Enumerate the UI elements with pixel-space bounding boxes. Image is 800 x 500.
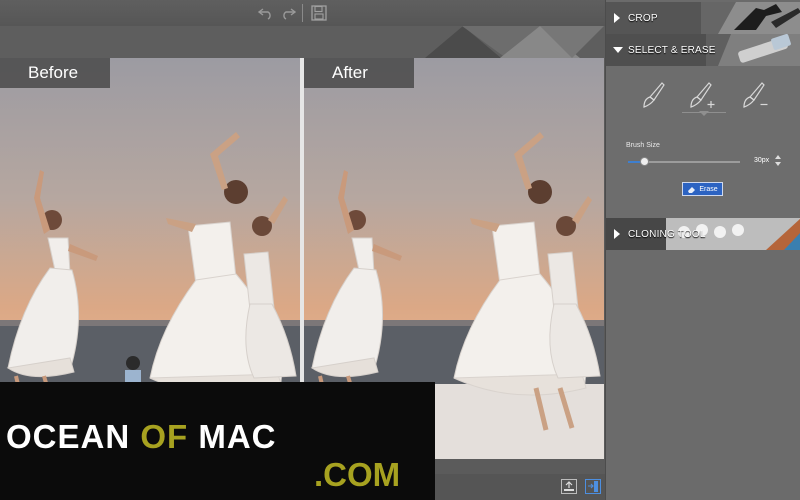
stepper-down-icon[interactable] bbox=[775, 162, 781, 166]
tool-selection-indicator bbox=[699, 111, 709, 116]
export-icon[interactable] bbox=[561, 479, 577, 494]
top-toolbar bbox=[0, 0, 605, 27]
watermark-line-1: OCEAN OF MAC bbox=[6, 418, 277, 456]
eraser-icon bbox=[688, 186, 696, 193]
redo-icon[interactable] bbox=[278, 3, 298, 23]
crop-section-label: CROP bbox=[628, 12, 658, 24]
brush-icon[interactable] bbox=[636, 78, 670, 112]
erase-button-label: Erase bbox=[699, 185, 718, 193]
cloning-tool-section-header[interactable]: CLONING TOOL bbox=[606, 218, 800, 250]
toolbar-separator bbox=[302, 4, 303, 22]
app-window: Before After OCEAN OF MAC .COM CROP SELE… bbox=[0, 0, 800, 500]
brush-size-stepper[interactable] bbox=[775, 155, 783, 167]
brush-size-slider-handle[interactable] bbox=[639, 157, 649, 166]
expand-icon bbox=[614, 13, 620, 23]
brush-size-value: 30px bbox=[754, 157, 770, 164]
watermark-of: OF bbox=[140, 418, 189, 455]
brush-add-icon[interactable] bbox=[686, 78, 720, 112]
crop-section-header[interactable]: CROP bbox=[606, 2, 800, 34]
undo-icon[interactable] bbox=[256, 3, 276, 23]
expand-icon bbox=[614, 229, 620, 239]
brush-subtract-icon[interactable] bbox=[739, 78, 773, 112]
erase-button[interactable]: Erase bbox=[682, 182, 723, 196]
watermark-banner: OCEAN OF MAC .COM bbox=[0, 382, 435, 500]
select-erase-section-label: SELECT & ERASE bbox=[628, 44, 716, 56]
before-label: Before bbox=[0, 58, 110, 88]
watermark-ocean: OCEAN bbox=[6, 418, 131, 455]
watermark-line-2: .COM bbox=[314, 456, 401, 493]
save-icon[interactable] bbox=[309, 3, 329, 23]
brush-size-slider[interactable] bbox=[628, 157, 740, 166]
decorative-header-band bbox=[0, 26, 605, 58]
after-label: After bbox=[304, 58, 414, 88]
brush-size-label: Brush Size bbox=[626, 142, 660, 149]
watermark-mac: MAC bbox=[198, 418, 277, 455]
select-erase-body: Brush Size 30px Erase bbox=[606, 66, 800, 218]
select-erase-section-header[interactable]: SELECT & ERASE bbox=[606, 34, 800, 66]
collapse-icon bbox=[613, 47, 623, 53]
status-bar bbox=[435, 474, 605, 500]
toggle-panel-icon[interactable] bbox=[585, 479, 601, 494]
stepper-up-icon[interactable] bbox=[775, 155, 781, 159]
cloning-tool-section-label: CLONING TOOL bbox=[628, 228, 706, 240]
tools-panel: CROP SELECT & ERASE Brush Size 30px Eras… bbox=[605, 0, 800, 500]
